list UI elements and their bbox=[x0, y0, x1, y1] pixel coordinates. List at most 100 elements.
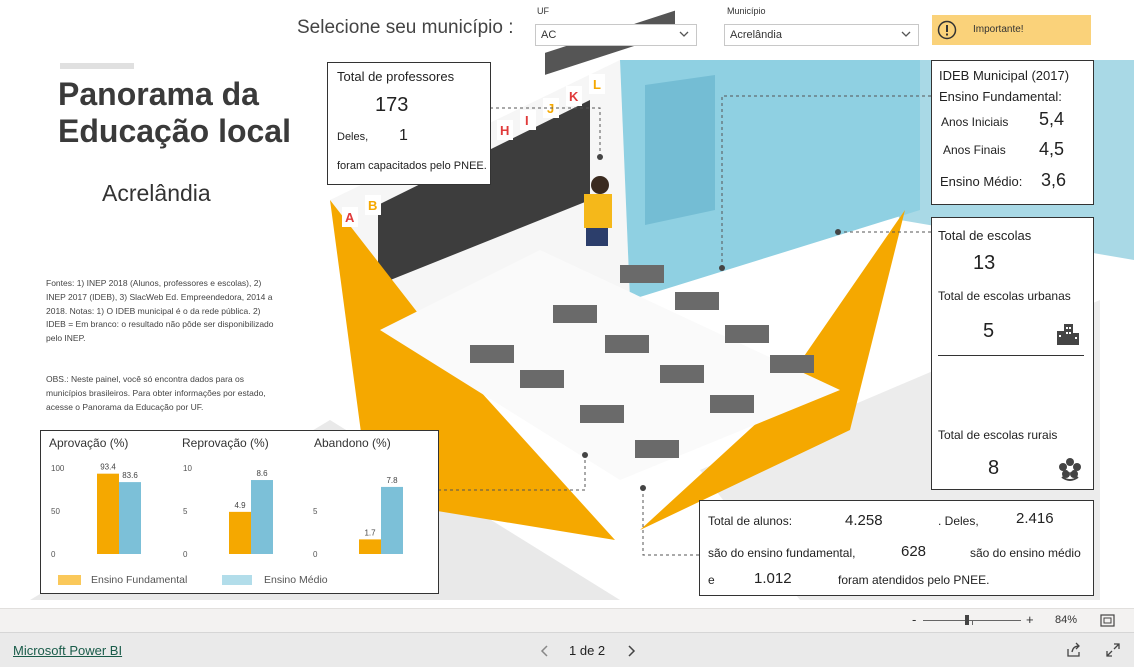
bar-fundamental bbox=[97, 473, 119, 554]
y-tick-label: 5 bbox=[183, 507, 188, 516]
zoom-slider-thumb[interactable] bbox=[965, 615, 970, 625]
fullscreen-icon[interactable] bbox=[1105, 642, 1121, 658]
y-tick-label: 0 bbox=[183, 550, 188, 559]
data-label: 7.8 bbox=[386, 476, 398, 485]
students-pnee-text: foram atendidos pelo PNEE. bbox=[838, 573, 990, 587]
ideb-anos-finais-label: Anos Finais bbox=[943, 143, 1006, 157]
uf-label: UF bbox=[537, 6, 549, 16]
sources-note: Fontes: 1) INEP 2018 (Alunos, professore… bbox=[46, 278, 274, 344]
share-icon[interactable] bbox=[1066, 642, 1082, 658]
data-label: 1.7 bbox=[364, 528, 376, 537]
zoom-in-button[interactable]: + bbox=[1026, 612, 1034, 627]
teachers-trained: 1 bbox=[399, 127, 408, 144]
svg-text:L: L bbox=[593, 77, 601, 92]
svg-text:H: H bbox=[500, 123, 509, 138]
bar-medio bbox=[381, 486, 403, 554]
schools-total-value: 13 bbox=[973, 252, 996, 274]
bottom-bar: Microsoft Power BI 1 de 2 bbox=[0, 632, 1134, 667]
data-label: 4.9 bbox=[234, 501, 246, 510]
zoom-bar: - + 84% bbox=[0, 608, 1134, 632]
svg-text:B: B bbox=[368, 198, 377, 213]
teachers-trained-text: foram capacitados pelo PNEE. bbox=[337, 160, 487, 172]
ideb-anos-iniciais-label: Anos Iniciais bbox=[941, 115, 1009, 129]
students-e-label: e bbox=[708, 573, 715, 587]
municipio-label: Município bbox=[727, 6, 766, 16]
teachers-card: Total de professores 173 Deles, 1 foram … bbox=[327, 62, 491, 185]
students-deles-label: . Deles, bbox=[938, 514, 979, 528]
chart-title: Abandono (%) bbox=[314, 436, 391, 450]
legend-fundamental-swatch bbox=[58, 575, 81, 585]
svg-text:K: K bbox=[569, 89, 579, 104]
previous-page-icon[interactable] bbox=[540, 644, 550, 658]
y-tick-label: 0 bbox=[313, 550, 318, 559]
schools-urban-value: 5 bbox=[983, 320, 995, 342]
y-tick-label: 0 bbox=[51, 550, 56, 559]
uf-dropdown[interactable]: AC bbox=[535, 24, 697, 46]
svg-text:A: A bbox=[345, 210, 355, 225]
important-button[interactable]: Importante! bbox=[932, 15, 1091, 45]
students-medio-text: são do ensino médio bbox=[970, 546, 1081, 560]
ideb-ensino-medio-value: 3,6 bbox=[1041, 170, 1067, 190]
students-card: Total de alunos: 4.258 . Deles, 2.416 sã… bbox=[699, 500, 1094, 596]
zoom-out-button[interactable]: - bbox=[912, 612, 916, 627]
municipio-dropdown[interactable]: Acrelândia bbox=[724, 24, 919, 46]
zoom-slider-center-tick bbox=[972, 620, 973, 625]
svg-text:I: I bbox=[525, 113, 529, 128]
ideb-title-line2: Ensino Fundamental: bbox=[939, 89, 1062, 104]
bar-medio bbox=[119, 482, 141, 554]
teachers-total: 173 bbox=[375, 94, 409, 116]
ideb-title-line1: IDEB Municipal (2017) bbox=[939, 68, 1070, 83]
data-label: 93.4 bbox=[100, 463, 116, 472]
title-accent-bar bbox=[60, 63, 134, 69]
students-fundamental-text: são do ensino fundamental, bbox=[708, 546, 856, 560]
data-label: 8.6 bbox=[256, 469, 268, 478]
important-label: Importante! bbox=[973, 24, 1024, 35]
students-total-label: Total de alunos: bbox=[708, 514, 793, 528]
chevron-down-icon bbox=[901, 31, 911, 37]
legend-fundamental-label: Ensino Fundamental bbox=[91, 574, 188, 586]
obs-note: OBS.: Neste painel, você só encontra dad… bbox=[46, 374, 266, 412]
schools-divider bbox=[938, 355, 1084, 356]
bar-fundamental bbox=[359, 539, 381, 554]
page-indicator: 1 de 2 bbox=[569, 643, 606, 658]
municipio-dropdown-value: Acrelândia bbox=[730, 29, 782, 41]
fit-to-page-icon[interactable] bbox=[1100, 614, 1115, 627]
rates-chart-card: Aprovação (%) 0 50 100 93.4 83.6 Reprovação (%… bbox=[40, 430, 439, 594]
next-page-icon[interactable] bbox=[626, 644, 636, 658]
flower-icon bbox=[1059, 458, 1081, 481]
chart-title: Reprovação (%) bbox=[182, 436, 269, 450]
bar-fundamental bbox=[229, 511, 251, 554]
page-title-line1: Panorama da bbox=[58, 76, 259, 112]
chart-title: Aprovação (%) bbox=[49, 436, 128, 450]
city-buildings-icon bbox=[1057, 324, 1079, 345]
ideb-anos-finais-value: 4,5 bbox=[1039, 139, 1065, 159]
power-bi-link[interactable]: Microsoft Power BI bbox=[13, 643, 122, 658]
municipality-title: Acrelândia bbox=[102, 180, 211, 206]
page-title-line2: Educação local bbox=[58, 113, 291, 149]
chevron-down-icon bbox=[679, 31, 689, 37]
schools-rural-label: Total de escolas rurais bbox=[938, 428, 1058, 442]
data-label: 83.6 bbox=[122, 471, 138, 480]
info-icon bbox=[937, 20, 957, 40]
zoom-level: 84% bbox=[1055, 614, 1078, 626]
schools-total-label: Total de escolas bbox=[938, 228, 1032, 243]
schools-urban-label: Total de escolas urbanas bbox=[938, 289, 1071, 303]
schools-rural-value: 8 bbox=[988, 457, 1000, 479]
page-title: Panorama da Educação local bbox=[58, 76, 291, 150]
report-footer: - + 84% Microsoft Power BI 1 de 2 bbox=[0, 608, 1134, 667]
teachers-deles-label: Deles, bbox=[337, 131, 369, 143]
ideb-anos-iniciais-value: 5,4 bbox=[1039, 109, 1065, 129]
rates-charts: Aprovação (%)050100 93.483.6Reprovação (%… bbox=[49, 436, 403, 559]
students-pnee-value: 1.012 bbox=[754, 570, 792, 587]
ideb-ensino-medio-label: Ensino Médio: bbox=[940, 174, 1023, 189]
y-tick-label: 5 bbox=[313, 507, 318, 516]
report-canvas: A B H I J K L Selecione seu município : … bbox=[0, 0, 1134, 608]
y-tick-label: 50 bbox=[51, 507, 60, 516]
students-medio-value: 628 bbox=[901, 543, 927, 560]
ideb-card: IDEB Municipal (2017) Ensino Fundamental… bbox=[931, 60, 1094, 205]
students-fundamental-value: 2.416 bbox=[1016, 510, 1054, 527]
y-tick-label: 10 bbox=[183, 464, 192, 473]
legend-medio-swatch bbox=[222, 575, 252, 585]
teachers-title: Total de professores bbox=[337, 69, 455, 84]
y-tick-label: 100 bbox=[51, 464, 65, 473]
